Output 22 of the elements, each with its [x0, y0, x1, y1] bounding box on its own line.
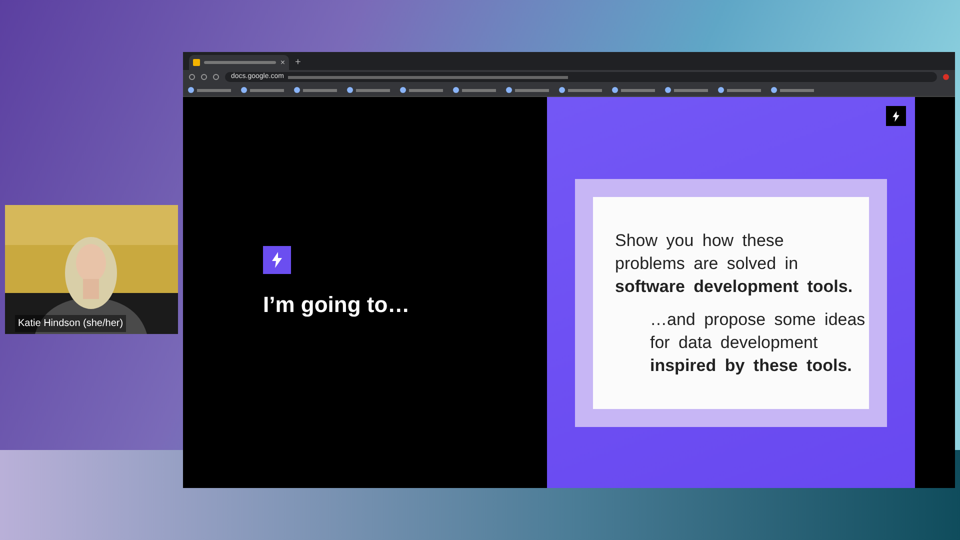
bookmark-item[interactable] — [506, 87, 549, 93]
new-tab-button[interactable]: + — [295, 55, 301, 70]
bookmark-item[interactable] — [241, 87, 284, 93]
bookmark-item[interactable] — [294, 87, 337, 93]
tab-close-button[interactable]: × — [280, 56, 285, 68]
participant-name: Katie Hindson (she/her) — [15, 315, 126, 332]
slide-paragraph: Show you how these problems are solved in software development tools. — [615, 230, 854, 298]
slide-heading: I’m going to… — [263, 292, 411, 319]
bookmark-item[interactable] — [400, 87, 443, 93]
bookmark-item[interactable] — [559, 87, 602, 93]
bookmark-item[interactable] — [453, 87, 496, 93]
bookmark-item[interactable] — [347, 87, 390, 93]
lightning-logo-icon — [886, 106, 906, 126]
browser-tab[interactable]: × — [189, 55, 289, 70]
lightning-logo-icon — [263, 246, 291, 274]
bookmark-item[interactable] — [612, 87, 655, 93]
bookmark-item[interactable] — [188, 87, 231, 93]
profile-icon[interactable] — [943, 74, 949, 80]
bookmark-item[interactable] — [665, 87, 708, 93]
bookmark-item[interactable] — [718, 87, 761, 93]
slide-paragraph: …and propose some ideas for data development inspired by these tools. — [650, 308, 866, 376]
bookmark-item[interactable] — [771, 87, 814, 93]
